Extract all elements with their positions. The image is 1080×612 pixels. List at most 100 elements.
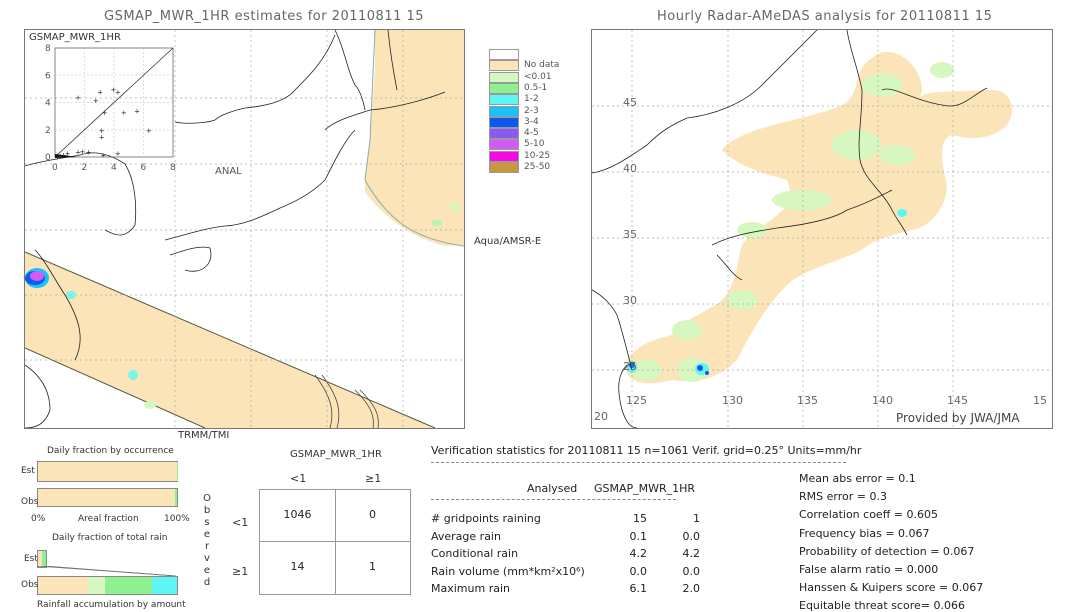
lon-label: 130	[722, 394, 743, 407]
contingency-grid: 1046 0 14 1	[259, 489, 411, 595]
verification-model: 4.2	[682, 547, 701, 560]
observed-letter: v	[204, 553, 210, 564]
verification-label: Maximum rain	[431, 582, 510, 595]
total-rain-footer: Rainfall accumulation by amount	[37, 600, 186, 610]
observed-label: Observed	[202, 493, 212, 589]
occurrence-est-bar	[37, 461, 178, 482]
verification-score: RMS error = 0.3	[799, 490, 887, 504]
lon-label: 145	[947, 394, 968, 407]
inset-x-tick: 8	[170, 163, 176, 173]
verification-analysed: 0.1	[629, 529, 648, 543]
occurrence-axis-left: 0%	[31, 514, 46, 524]
scatter-point: +	[99, 134, 105, 142]
occurrence-obs-bar	[37, 488, 178, 507]
col-model: GSMAP_MWR_1HR	[594, 482, 696, 495]
verification-analysed: 15	[633, 512, 647, 525]
observed-letter: r	[204, 541, 210, 552]
verification-label: # gridpoints raining	[431, 512, 541, 525]
lat-label: 25	[623, 360, 637, 373]
occurrence-est-label: Est	[21, 466, 35, 476]
scatter-point: +	[97, 89, 103, 97]
scatter-point: +	[100, 151, 106, 159]
cell-obs-lt1-est-ge1: 0	[369, 508, 376, 521]
contingency-col-header-ge1: ≥1	[365, 472, 382, 485]
verification-model: 1	[693, 512, 700, 525]
contingency-title: GSMAP_MWR_1HR	[290, 449, 382, 460]
verification-score: Equitable threat score= 0.066	[799, 599, 965, 612]
verification-score: Probability of detection = 0.067	[799, 544, 975, 558]
legend-label: <0.01	[524, 71, 552, 82]
legend-label: 1-2	[524, 94, 539, 105]
occurrence-obs-label: Obs	[21, 497, 39, 507]
verification-analysed: 6.1	[629, 582, 648, 595]
bar-segment	[88, 577, 105, 594]
legend-label: 5-10	[524, 139, 545, 150]
observed-letter: e	[203, 529, 211, 540]
inset-x-tick: 2	[82, 163, 88, 173]
verification-model: 2.0	[682, 582, 701, 595]
legend: No data <0.01 0.5-1 1-2 2-3 3-4 4-5 5-10 10-25 25…	[489, 49, 559, 179]
total-rain-obs-bar	[37, 576, 178, 595]
scatter-point: +	[85, 149, 91, 157]
inset-x-tick: 6	[141, 163, 147, 173]
cell-obs-ge1-est-ge1: 1	[369, 560, 376, 573]
occurrence-title: Daily fraction by occurrence	[47, 446, 174, 456]
credit-label: Provided by JWA/JMA	[896, 411, 1020, 425]
contingency-col-header-lt1: <1	[290, 472, 307, 485]
legend-swatch	[489, 150, 519, 162]
total-rain-est-label: Est	[24, 554, 38, 564]
scatter-point: +	[134, 108, 140, 116]
verification-model: 0.0	[682, 529, 701, 543]
left-panel-title: GSMAP_MWR_1HR estimates for 20110811 15	[104, 9, 425, 24]
inset-x-tick: 0	[52, 163, 58, 173]
inset-points: ++++ ++ + + ++++++ ++++++	[54, 86, 151, 161]
legend-label: 0.5-1	[524, 82, 548, 93]
aqua-swath	[365, 30, 464, 246]
verification-score: Correlation coeff = 0.605	[799, 508, 938, 522]
inset-x-label: ANAL	[215, 166, 242, 177]
legend-swatch	[489, 162, 519, 173]
verification-model: 0.0	[682, 564, 701, 578]
cell-obs-lt1-est-lt1: 1046	[283, 508, 312, 521]
occurrence-axis-mid: Areal fraction	[78, 514, 139, 524]
scatter-point: +	[93, 97, 99, 105]
scatter-point: +	[121, 109, 127, 117]
contingency-row-header-ge1: ≥1	[232, 565, 249, 578]
bar-segment	[38, 462, 177, 481]
divider	[431, 499, 676, 500]
lat-label: 20	[594, 410, 608, 423]
legend-swatch	[489, 105, 519, 117]
verification-score: Frequency bias = 0.067	[799, 526, 930, 540]
inset-x-tick: 4	[111, 163, 117, 173]
verification-score: Hanssen & Kuipers score = 0.067	[799, 581, 984, 595]
total-rain-obs-label: Obs	[21, 580, 39, 590]
legend-swatch	[489, 71, 519, 83]
verification-score: False alarm ratio = 0.000	[799, 563, 939, 576]
scatter-point: +	[115, 150, 121, 158]
verification-label: Conditional rain	[431, 547, 519, 560]
verification-analysed: 4.2	[629, 547, 648, 560]
lat-label: 40	[623, 162, 637, 175]
legend-swatch	[489, 139, 519, 151]
legend-swatch	[489, 94, 519, 106]
observed-letter: b	[203, 505, 211, 516]
legend-label: 2-3	[524, 105, 539, 116]
legend-swatch	[489, 82, 519, 94]
observed-letter: d	[203, 577, 211, 588]
verification-label: Rain volume (mm*km²x10⁶)	[431, 564, 585, 578]
bar-segment	[42, 551, 46, 567]
lon-label: 125	[626, 394, 647, 407]
lon-label: 135	[797, 394, 818, 407]
legend-swatch	[489, 49, 519, 60]
inset-y-tick: 6	[45, 71, 51, 81]
legend-swatch	[489, 128, 519, 140]
scatter-point: +	[102, 109, 108, 117]
contingency-row-header-lt1: <1	[232, 516, 249, 529]
sensor-label-aqua: Aqua/AMSR-E	[474, 236, 542, 247]
legend-label: No data	[524, 60, 560, 71]
bar-segment	[38, 577, 89, 594]
right-panel-title: Hourly Radar-AMeDAS analysis for 2011081…	[657, 9, 993, 24]
total-rain-title: Daily fraction of total rain	[52, 533, 168, 543]
lat-label: 45	[623, 96, 637, 109]
sensor-label-trmm: TRMM/TMI	[178, 430, 230, 441]
